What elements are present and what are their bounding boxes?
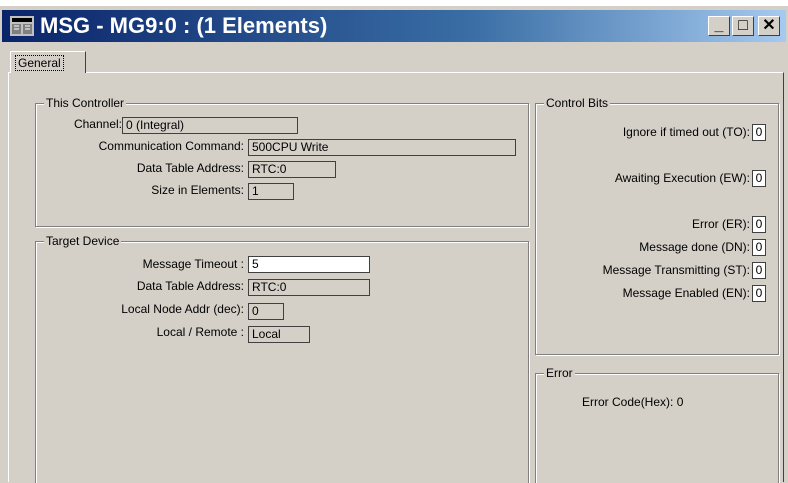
minimize-button[interactable]: _ [708,16,730,36]
msg-dialog-window: MSG - MG9:0 : (1 Elements) _ □ ✕ General… [0,6,788,483]
general-tab-panel: This Controller Channel: 0 (Integral) Co… [8,72,784,483]
local-node-addr-label: Local Node Addr (dec): [121,302,244,316]
target-data-table-address-label: Data Table Address: [136,279,244,293]
st-bit-label: Message Transmitting (ST): [602,263,750,277]
title-bar[interactable]: MSG - MG9:0 : (1 Elements) _ □ ✕ [2,10,786,42]
message-timeout-input[interactable]: 5 [248,256,370,273]
communication-command-label: Communication Command: [98,139,244,153]
ew-bit-label: Awaiting Execution (EW): [614,171,750,185]
this-controller-legend: This Controller [44,96,127,110]
data-table-address-field[interactable]: RTC:0 [248,161,336,178]
size-in-elements-field[interactable]: 1 [248,183,294,200]
to-bit-label: Ignore if timed out (TO): [622,125,750,139]
local-remote-label: Local / Remote : [156,325,244,339]
ew-bit-field[interactable]: 0 [752,170,766,187]
control-bits-group: Control Bits Ignore if timed out (TO): 0… [535,96,779,355]
en-bit-field[interactable]: 0 [752,285,766,302]
rslogix-app-icon [10,16,34,36]
dn-bit-label: Message done (DN): [639,240,750,254]
maximize-icon: □ [738,17,748,34]
minimize-icon: _ [714,17,724,34]
local-remote-field[interactable]: Local [248,326,310,343]
local-node-addr-field[interactable]: 0 [248,303,284,320]
tab-general-label: General [15,55,64,71]
target-device-legend: Target Device [44,234,122,248]
this-controller-group: This Controller Channel: 0 (Integral) Co… [35,96,529,227]
control-bits-legend: Control Bits [544,96,611,110]
st-bit-field[interactable]: 0 [752,262,766,279]
target-device-group: Target Device Message Timeout : 5 Data T… [35,234,529,483]
message-timeout-label: Message Timeout : [142,257,244,271]
channel-label: Channel: [73,117,122,131]
close-button[interactable]: ✕ [758,16,780,36]
error-legend: Error [544,366,575,380]
dn-bit-field[interactable]: 0 [752,239,766,256]
channel-field[interactable]: 0 (Integral) [122,117,298,134]
error-group: Error Error Code(Hex): 0 [535,366,779,483]
er-bit-label: Error (ER): [692,217,750,231]
size-in-elements-label: Size in Elements: [151,183,244,197]
er-bit-field[interactable]: 0 [752,216,766,233]
tab-general[interactable]: General [10,51,86,73]
error-code-text: Error Code(Hex): 0 [582,395,684,409]
target-data-table-address-field[interactable]: RTC:0 [248,279,370,296]
window-title: MSG - MG9:0 : (1 Elements) [40,13,328,38]
close-icon: ✕ [762,17,776,34]
to-bit-field[interactable]: 0 [752,124,766,141]
maximize-button[interactable]: □ [732,16,754,36]
data-table-address-label: Data Table Address: [136,161,244,175]
en-bit-label: Message Enabled (EN): [622,286,750,300]
communication-command-field[interactable]: 500CPU Write [248,139,516,156]
